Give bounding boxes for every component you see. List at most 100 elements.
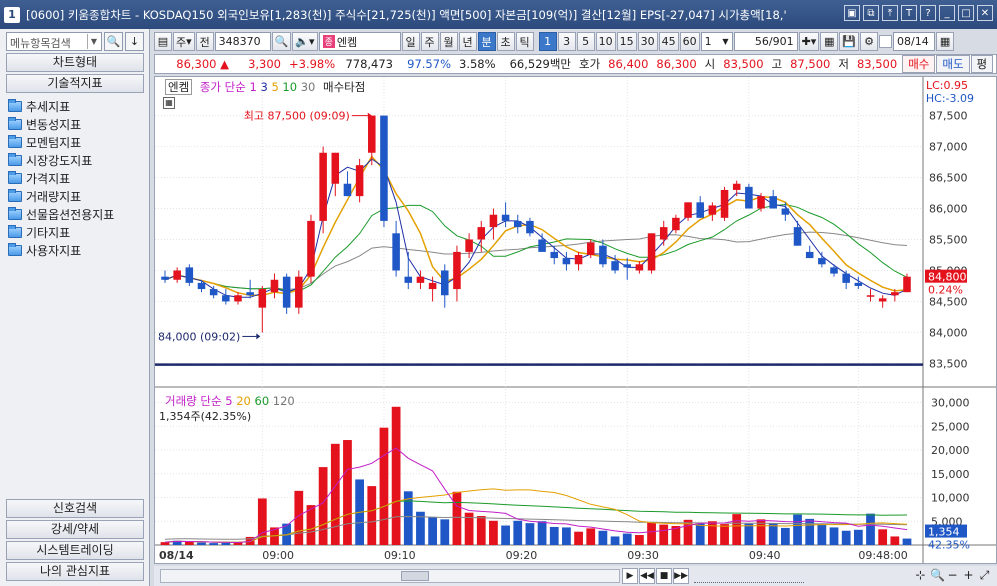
count-select[interactable]: 1 ▼ (700, 32, 733, 51)
fast-forward-icon[interactable]: ▶▶ (673, 568, 689, 584)
interval-1[interactable]: 1 (538, 32, 557, 51)
legend-buy-signal[interactable]: 매수타점 (323, 80, 365, 94)
chart-scrollbar[interactable] (160, 569, 620, 583)
candle-body (586, 242, 595, 255)
grid-toggle-icon[interactable]: ▦ (163, 97, 175, 109)
gear-icon[interactable]: ⚙ (860, 32, 879, 51)
speaker-icon[interactable]: 🔈▾ (292, 32, 318, 51)
crosshair-icon[interactable]: ⊹ (914, 568, 927, 583)
strength-button[interactable]: 강세/약세 (6, 520, 144, 539)
tree-item[interactable]: 선물옵션전용지표 (8, 205, 114, 223)
date-field[interactable]: 08/14 (893, 32, 936, 51)
period-day[interactable]: 일 (401, 32, 420, 51)
my-indicator-button[interactable]: 나의 관심지표 (6, 562, 144, 581)
volume-bar (476, 516, 486, 545)
minus-icon[interactable]: − (946, 568, 959, 583)
tree-item[interactable]: 추세지표 (8, 97, 114, 115)
tech-indicator-header[interactable]: 기술적지표 (6, 74, 144, 93)
interval-45[interactable]: 45 (658, 32, 679, 51)
candle-body (684, 202, 692, 218)
period-year[interactable]: 년 (458, 32, 477, 51)
candle-body (355, 165, 364, 197)
full-button[interactable]: 전 (195, 32, 214, 51)
interval-5[interactable]: 5 (576, 32, 595, 51)
add-indicator-icon[interactable]: ✚▾ (798, 32, 820, 51)
type-select[interactable]: 주 ▾ (173, 32, 195, 51)
save-icon[interactable]: 💾 (839, 32, 860, 51)
plus-icon[interactable]: + (962, 568, 975, 583)
maximize-icon[interactable]: □ (958, 5, 974, 21)
interval-3[interactable]: 3 (557, 32, 576, 51)
interval-30[interactable]: 30 (637, 32, 658, 51)
current-price: 86,300 ▲ (176, 57, 229, 71)
tree-item[interactable]: 거래량지표 (8, 187, 114, 205)
download-icon[interactable]: ↓ (125, 32, 144, 51)
system-trading-button[interactable]: 시스템트레이딩 (6, 541, 144, 560)
interval-15[interactable]: 15 (616, 32, 637, 51)
candle-body (477, 227, 486, 240)
chart-area[interactable]: 87,50087,00086,50086,00085,50085,00084,5… (154, 76, 997, 564)
candle-body (647, 233, 656, 271)
tree-item[interactable]: 변동성지표 (8, 115, 114, 133)
stock-tag: 종 (322, 35, 335, 48)
tree-item[interactable]: 사용자지표 (8, 241, 114, 259)
tree-item-label: 사용자지표 (26, 243, 82, 258)
period-week[interactable]: 주 (420, 32, 439, 51)
price-tick-label: 87,500 (929, 110, 968, 123)
search-icon[interactable]: 🔍 (104, 32, 123, 51)
zoom-in-icon[interactable]: 🔍 (930, 568, 945, 583)
volume-bar (367, 486, 377, 545)
legend-ma-title[interactable]: 종가 단순 (200, 80, 246, 94)
chart-settings-icon[interactable]: ▤ (154, 32, 172, 51)
volume-legend-title[interactable]: 거래량 단순 (165, 394, 222, 408)
signal-search-button[interactable]: 신호검색 (6, 499, 144, 518)
stock-name-field[interactable]: 종 엔켐 (318, 32, 401, 51)
chart-toolbar: ▤ 주 ▾ 전 348370 🔍 🔈▾ 종 엔켐 일 주 월 년 분 초 틱 1 … (154, 31, 997, 52)
price-tick-label: 84,500 (929, 295, 968, 308)
volume-bar (489, 520, 498, 545)
chart-svg[interactable]: 87,50087,00086,50086,00085,50085,00084,5… (155, 77, 996, 563)
buy-button[interactable]: 매수 (902, 55, 936, 73)
tree-item[interactable]: 기타지표 (8, 223, 114, 241)
tools-icon[interactable]: ▦ (820, 32, 839, 51)
minimize-icon[interactable]: _ (939, 5, 955, 21)
share-icon[interactable]: ⤒ (882, 5, 898, 21)
period-minute[interactable]: 분 (477, 32, 496, 51)
link-icon[interactable]: ▣ (844, 5, 860, 21)
text-icon[interactable]: T (901, 5, 917, 21)
popout-icon[interactable]: ⧉ (863, 5, 879, 21)
chart-type-header[interactable]: 차트형태 (6, 53, 144, 72)
tree-item[interactable]: 시장강도지표 (8, 151, 114, 169)
stock-code-input[interactable]: 348370 (214, 32, 271, 51)
help-icon[interactable]: ? (920, 5, 936, 21)
checkbox-icon[interactable] (879, 35, 893, 48)
interval-60[interactable]: 60 (679, 32, 700, 51)
eval-button[interactable]: 평 (970, 55, 994, 73)
folder-icon (8, 206, 22, 220)
folder-icon (8, 152, 22, 166)
period-second[interactable]: 초 (496, 32, 515, 51)
menu-search-input[interactable]: 메뉴항목검색 ▼ (6, 32, 102, 51)
menu-search-placeholder: 메뉴항목검색 (10, 37, 71, 50)
tree-item[interactable]: 가격지표 (8, 169, 114, 187)
stop-icon[interactable]: ■ (656, 568, 672, 584)
volume-bar (744, 523, 754, 545)
calendar-icon[interactable]: ▦ (936, 32, 955, 51)
tree-item[interactable]: 모멘텀지표 (8, 133, 114, 151)
play-icon[interactable]: ▶ (622, 568, 638, 584)
speed-slider[interactable] (694, 569, 804, 583)
close-icon[interactable]: ✕ (977, 5, 993, 21)
search-icon[interactable]: 🔍 (271, 32, 292, 51)
volume-ratio: 97.57% (407, 57, 451, 71)
legend-stock-name[interactable]: 엔켐 (165, 79, 193, 95)
price-tick-label: 87,000 (929, 141, 968, 154)
expand-icon[interactable]: ⤢ (978, 568, 991, 583)
chevron-down-icon[interactable]: ▼ (87, 34, 100, 49)
sell-button[interactable]: 매도 (936, 55, 970, 73)
interval-10[interactable]: 10 (595, 32, 616, 51)
period-tick[interactable]: 틱 (515, 32, 534, 51)
scroll-thumb[interactable] (401, 571, 429, 581)
rewind-icon[interactable]: ◀◀ (639, 568, 655, 584)
volume-bar (160, 542, 170, 545)
period-month[interactable]: 월 (439, 32, 458, 51)
